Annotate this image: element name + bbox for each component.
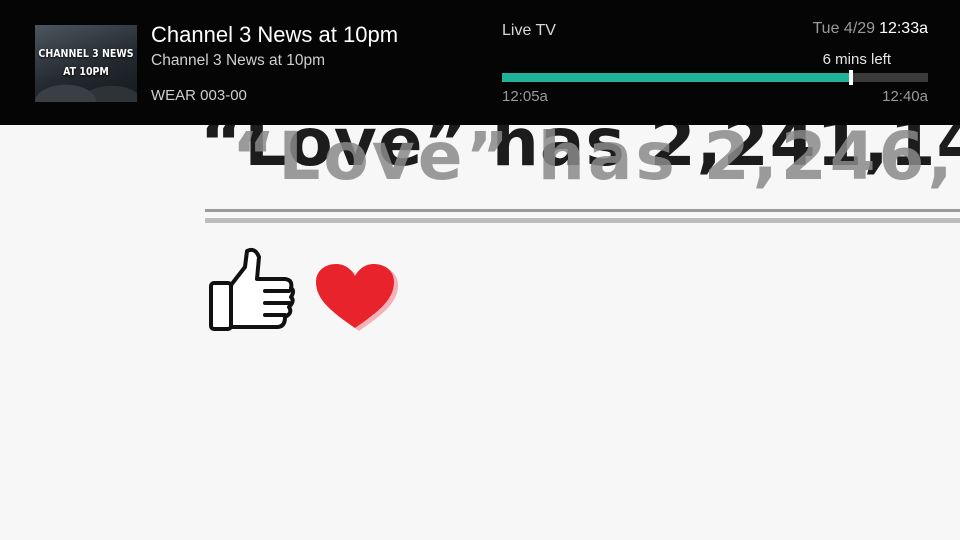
divider-line bbox=[205, 209, 960, 212]
program-progress-bar[interactable] bbox=[502, 70, 928, 85]
clock: Tue 4/29 12:33a bbox=[813, 20, 929, 38]
channel-number: WEAR 003-00 bbox=[151, 87, 247, 104]
current-time: 12:33a bbox=[879, 20, 928, 37]
thumbs-up-icon bbox=[209, 247, 295, 331]
program-title: Channel 3 News at 10pm bbox=[151, 22, 399, 47]
heart-icon bbox=[316, 264, 398, 331]
episode-title: Channel 3 News at 10pm bbox=[151, 52, 326, 69]
source-label: Live TV bbox=[502, 22, 556, 39]
time-remaining: 6 mins left bbox=[822, 51, 891, 68]
headline-ghost-text: “Love” has 2,246,2,14,3 bbox=[232, 118, 960, 195]
start-time: 12:05a bbox=[502, 88, 548, 105]
current-date: Tue 4/29 bbox=[812, 20, 876, 37]
program-poster[interactable]: CHANNEL 3 NEWS AT 10PM bbox=[35, 25, 137, 102]
poster-title: CHANNEL 3 NEWS AT 10PM bbox=[35, 45, 137, 81]
progress-fill bbox=[502, 73, 852, 82]
end-time: 12:40a bbox=[882, 88, 928, 105]
playhead-marker[interactable] bbox=[849, 70, 854, 85]
poster-title-line-1: CHANNEL 3 NEWS bbox=[38, 48, 134, 60]
divider-line-ghost bbox=[205, 218, 960, 223]
program-info-banner: CHANNEL 3 NEWS AT 10PM Channel 3 News at… bbox=[0, 0, 960, 125]
poster-title-line-2: AT 10PM bbox=[63, 66, 109, 78]
